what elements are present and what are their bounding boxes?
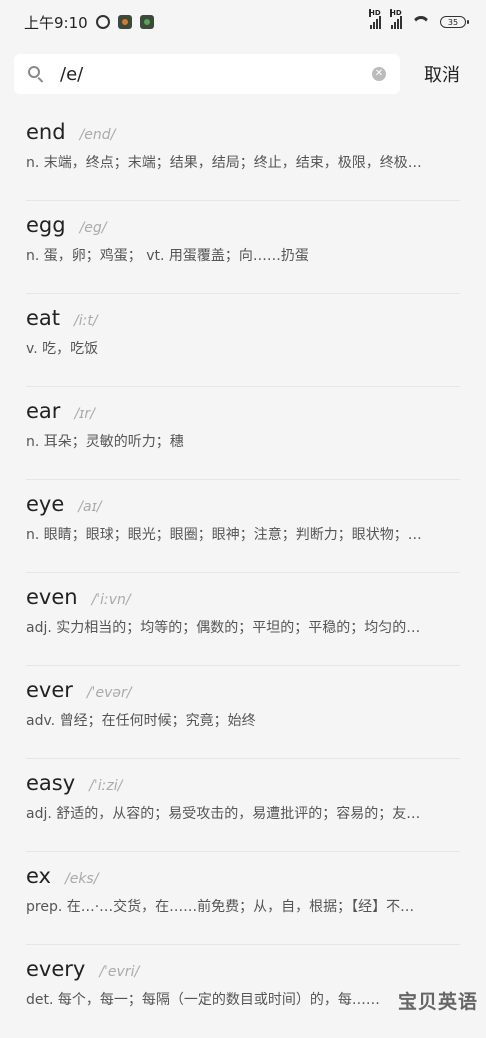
phonetic: /ˈiːvn/ [91,592,131,608]
list-item[interactable]: egg/eg/ n. 蛋，卵；鸡蛋； vt. 用蛋覆盖；向……扔蛋 [26,201,460,294]
phonetic: /ɪr/ [74,406,95,422]
list-item[interactable]: easy/ˈiːzi/ adj. 舒适的，从容的；易受攻击的，易遭批评的；容易的… [26,759,460,852]
definition: n. 末端，终点；末端；结果，结局；终止，结束，极限，终极… [26,155,422,171]
definition: v. 吃，吃饭 [26,341,99,357]
word: eye [26,492,65,516]
list-item[interactable]: ex/eks/ prep. 在…·…交货，在……前免费；从，自，根据；【经】不… [26,852,460,945]
phonetic: /aɪ/ [78,499,102,515]
list-item[interactable]: ever/ˈevər/ adv. 曾经；在任何时候；究竟；始终 [26,666,460,759]
word: easy [26,771,76,795]
phonetic: /eks/ [64,871,99,887]
list-item[interactable]: every/ˈevri/ det. 每个，每一；每隔（一定的数目或时间）的，每…… [26,945,460,1038]
word: end [26,120,66,144]
status-time: 上午9:10 [24,13,88,32]
search-bar: ✕ 取消 [0,48,486,100]
word: egg [26,213,66,237]
cancel-button[interactable]: 取消 [424,61,460,87]
search-box[interactable]: ✕ [14,54,400,94]
watermark: 宝贝英语 [397,991,478,1013]
definition: adj. 舒适的，从容的；易受攻击的，易遭批评的；容易的；友… [26,806,421,822]
wifi-icon [412,16,430,28]
signal-icon: HD [369,9,381,29]
phonetic: /ˈevri/ [99,964,140,980]
definition: n. 眼睛；眼球；眼光；眼圈；眼神；注意；判断力；眼状物；… [26,527,422,543]
search-input[interactable] [60,63,372,85]
word: ear [26,399,61,423]
battery-icon: 35 [440,16,469,28]
word: ex [26,864,51,888]
list-item[interactable]: eye/aɪ/ n. 眼睛；眼球；眼光；眼圈；眼神；注意；判断力；眼状物；… [26,480,460,573]
phonetic: /ˈevər/ [86,685,132,701]
word: every [26,957,86,981]
list-item[interactable]: eat/iːt/ v. 吃，吃饭 [26,294,460,387]
app-notification-icon [117,15,132,29]
clear-icon[interactable]: ✕ [372,67,386,81]
alarm-icon [95,15,110,29]
list-item[interactable]: ear/ɪr/ n. 耳朵；灵敏的听力；穗 [26,387,460,480]
phonetic: /eg/ [79,220,107,236]
phonetic: /iːt/ [74,313,98,329]
results-list: end/end/ n. 末端，终点；末端；结果，结局；终止，结束，极限，终极… … [0,108,486,1038]
app-notification-icon [139,15,154,29]
definition: n. 耳朵；灵敏的听力；穗 [26,434,184,450]
phonetic: /end/ [79,127,116,143]
definition: adv. 曾经；在任何时候；究竟；始终 [26,713,256,729]
signal-icon: HD [390,9,402,29]
word: even [26,585,78,609]
definition: prep. 在…·…交货，在……前免费；从，自，根据；【经】不… [26,899,415,915]
definition: adj. 实力相当的；均等的；偶数的；平坦的；平稳的；均匀的… [26,620,421,636]
phonetic: /ˈiːzi/ [89,778,123,794]
list-item[interactable]: end/end/ n. 末端，终点；末端；结果，结局；终止，结束，极限，终极… [26,108,460,201]
status-bar: 上午9:10 HD HD 35 [0,0,486,44]
word: eat [26,306,61,330]
definition: n. 蛋，卵；鸡蛋； vt. 用蛋覆盖；向……扔蛋 [26,248,309,264]
list-item[interactable]: even/ˈiːvn/ adj. 实力相当的；均等的；偶数的；平坦的；平稳的；均… [26,573,460,666]
search-icon [28,66,44,82]
word: ever [26,678,73,702]
definition: det. 每个，每一；每隔（一定的数目或时间）的，每…… [26,992,380,1008]
